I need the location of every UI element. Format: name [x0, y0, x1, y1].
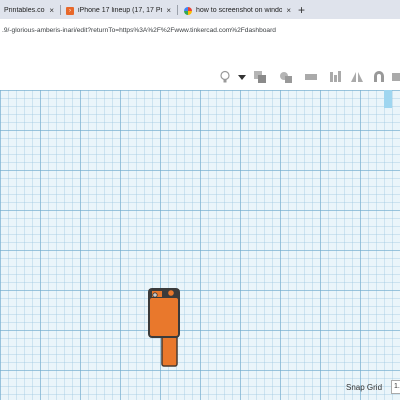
- new-tab-button[interactable]: +: [298, 3, 305, 17]
- tab-label: how to screenshot on windows: [196, 7, 283, 14]
- close-tab-icon[interactable]: ×: [166, 6, 171, 15]
- tab-iphone-17[interactable]: › iPhone 17 lineup (17, 17 Pro, 17 ×: [62, 2, 175, 19]
- orange-3d-shape[interactable]: [140, 282, 190, 372]
- orange-favicon-icon: ›: [66, 6, 74, 15]
- magnet-icon[interactable]: [372, 70, 386, 84]
- ruler-icon[interactable]: [392, 70, 400, 84]
- tab-label: Printables.com: [4, 7, 45, 14]
- browser-tab-strip: Printables.com × › iPhone 17 lineup (17,…: [0, 0, 400, 19]
- tab-google-search[interactable]: how to screenshot on windows ×: [180, 2, 295, 19]
- url-text[interactable]: .9/-glorious-amberis-inari/edit?returnTo…: [2, 27, 276, 34]
- tab-label: iPhone 17 lineup (17, 17 Pro, 17: [78, 7, 163, 14]
- ungroup-icon[interactable]: [279, 70, 293, 84]
- view-cube-edge[interactable]: [384, 90, 392, 108]
- tab-divider: [177, 5, 178, 15]
- editor-toolbar: [0, 64, 400, 90]
- flip-icon[interactable]: [350, 70, 364, 84]
- dropdown-arrow-icon[interactable]: [235, 70, 249, 84]
- snap-grid-select[interactable]: 1.0: [391, 380, 400, 394]
- tab-divider: [60, 5, 61, 15]
- close-tab-icon[interactable]: ×: [286, 6, 291, 15]
- address-bar[interactable]: .9/-glorious-amberis-inari/edit?returnTo…: [0, 19, 400, 43]
- group-icon[interactable]: [253, 70, 267, 84]
- lightbulb-icon[interactable]: [218, 70, 232, 84]
- close-tab-icon[interactable]: ×: [49, 6, 54, 15]
- mirror-icon[interactable]: [328, 70, 342, 84]
- tab-printables[interactable]: Printables.com ×: [0, 2, 58, 19]
- align-icon[interactable]: [304, 70, 318, 84]
- workplane-grid[interactable]: [0, 90, 400, 400]
- google-icon: [184, 6, 192, 15]
- snap-grid-label: Snap Grid: [346, 383, 383, 392]
